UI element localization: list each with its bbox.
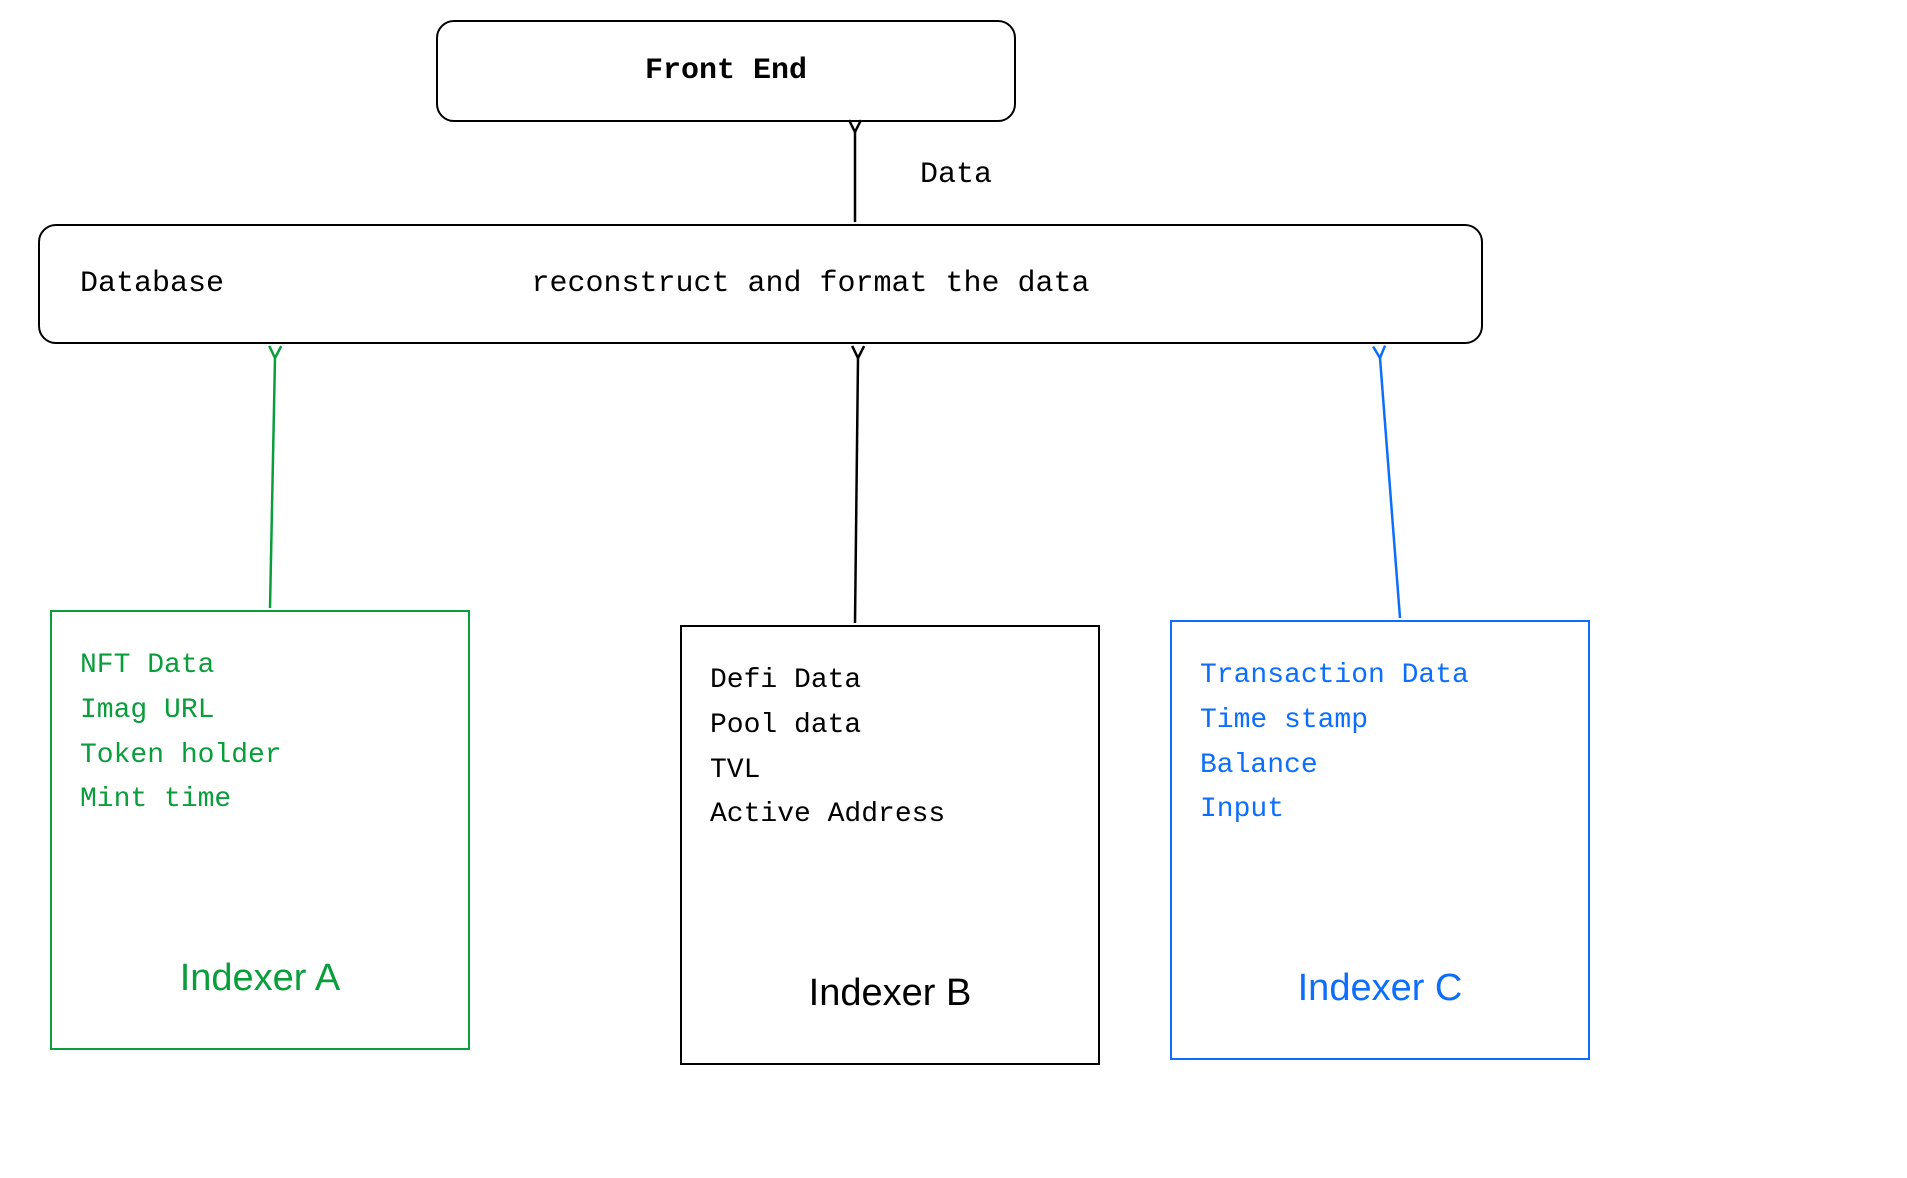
indexer-b-lines: Defi Data Pool data TVL Active Address: [710, 659, 1078, 838]
indexer-a-line: NFT Data: [80, 644, 448, 689]
indexer-c-line: Input: [1200, 788, 1568, 833]
database-description: reconstruct and format the data: [320, 267, 1481, 301]
database-box: Database reconstruct and format the data: [38, 224, 1483, 344]
data-arrow-label: Data: [920, 158, 992, 192]
indexer-a-box: NFT Data Imag URL Token holder Mint time…: [50, 610, 470, 1050]
frontend-box: Front End: [436, 20, 1016, 122]
frontend-label: Front End: [645, 54, 807, 88]
indexer-a-title: Indexer A: [52, 957, 468, 1000]
arrow-indexer-c-to-db: [1380, 358, 1400, 618]
indexer-c-line: Balance: [1200, 744, 1568, 789]
indexer-a-line: Imag URL: [80, 689, 448, 734]
indexer-a-line: Mint time: [80, 778, 448, 823]
arrow-indexer-b-to-db: [855, 358, 858, 623]
indexer-b-box: Defi Data Pool data TVL Active Address I…: [680, 625, 1100, 1065]
indexer-b-line: Pool data: [710, 704, 1078, 749]
indexer-b-line: TVL: [710, 749, 1078, 794]
indexer-c-lines: Transaction Data Time stamp Balance Inpu…: [1200, 654, 1568, 833]
indexer-b-title: Indexer B: [682, 972, 1098, 1015]
indexer-c-box: Transaction Data Time stamp Balance Inpu…: [1170, 620, 1590, 1060]
architecture-diagram: Front End Data Database reconstruct and …: [0, 0, 1907, 1178]
indexer-c-title: Indexer C: [1172, 967, 1588, 1010]
indexer-c-line: Transaction Data: [1200, 654, 1568, 699]
indexer-a-lines: NFT Data Imag URL Token holder Mint time: [80, 644, 448, 823]
indexer-b-line: Active Address: [710, 793, 1078, 838]
indexer-b-line: Defi Data: [710, 659, 1078, 704]
arrow-indexer-a-to-db: [270, 358, 275, 608]
indexer-a-line: Token holder: [80, 734, 448, 779]
database-label: Database: [40, 267, 320, 301]
indexer-c-line: Time stamp: [1200, 699, 1568, 744]
